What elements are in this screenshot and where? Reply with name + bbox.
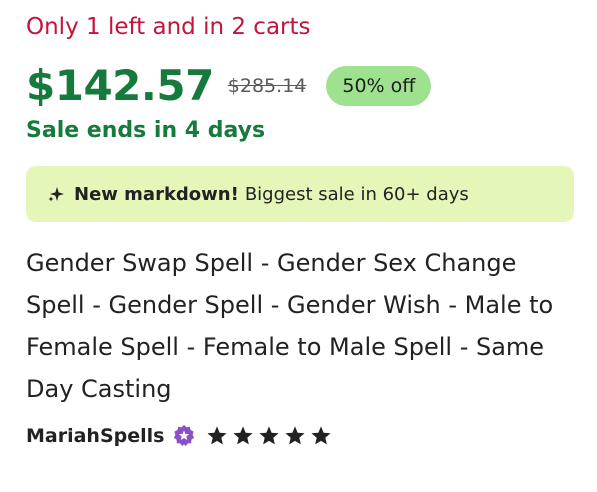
- markdown-label: New markdown!: [74, 183, 239, 205]
- star-icon: [233, 426, 254, 445]
- rating-stars[interactable]: [206, 425, 336, 447]
- price-row: $142.57 $285.14 50% off: [26, 60, 574, 112]
- star-seller-icon[interactable]: [172, 424, 196, 448]
- star-icon: [207, 426, 228, 445]
- markdown-text: Biggest sale in 60+ days: [244, 183, 469, 205]
- sale-ends-text: Sale ends in 4 days: [26, 118, 266, 143]
- seller-row: MariahSpells: [26, 422, 574, 450]
- original-price: $285.14: [227, 75, 307, 97]
- seller-name-link[interactable]: MariahSpells: [26, 425, 164, 447]
- sparkle-icon: [48, 187, 64, 202]
- listing-info: Only 1 left and in 2 carts $142.57 $285.…: [26, 10, 574, 450]
- discount-badge: 50% off: [326, 66, 432, 106]
- stock-notice: Only 1 left and in 2 carts: [26, 14, 311, 40]
- listing-title[interactable]: Gender Swap Spell - Gender Sex Change Sp…: [26, 242, 574, 410]
- sale-price: $142.57: [26, 61, 214, 110]
- star-icon: [285, 426, 306, 445]
- star-icon: [311, 426, 332, 445]
- star-icon: [259, 426, 280, 445]
- markdown-banner: New markdown! Biggest sale in 60+ days: [26, 166, 574, 222]
